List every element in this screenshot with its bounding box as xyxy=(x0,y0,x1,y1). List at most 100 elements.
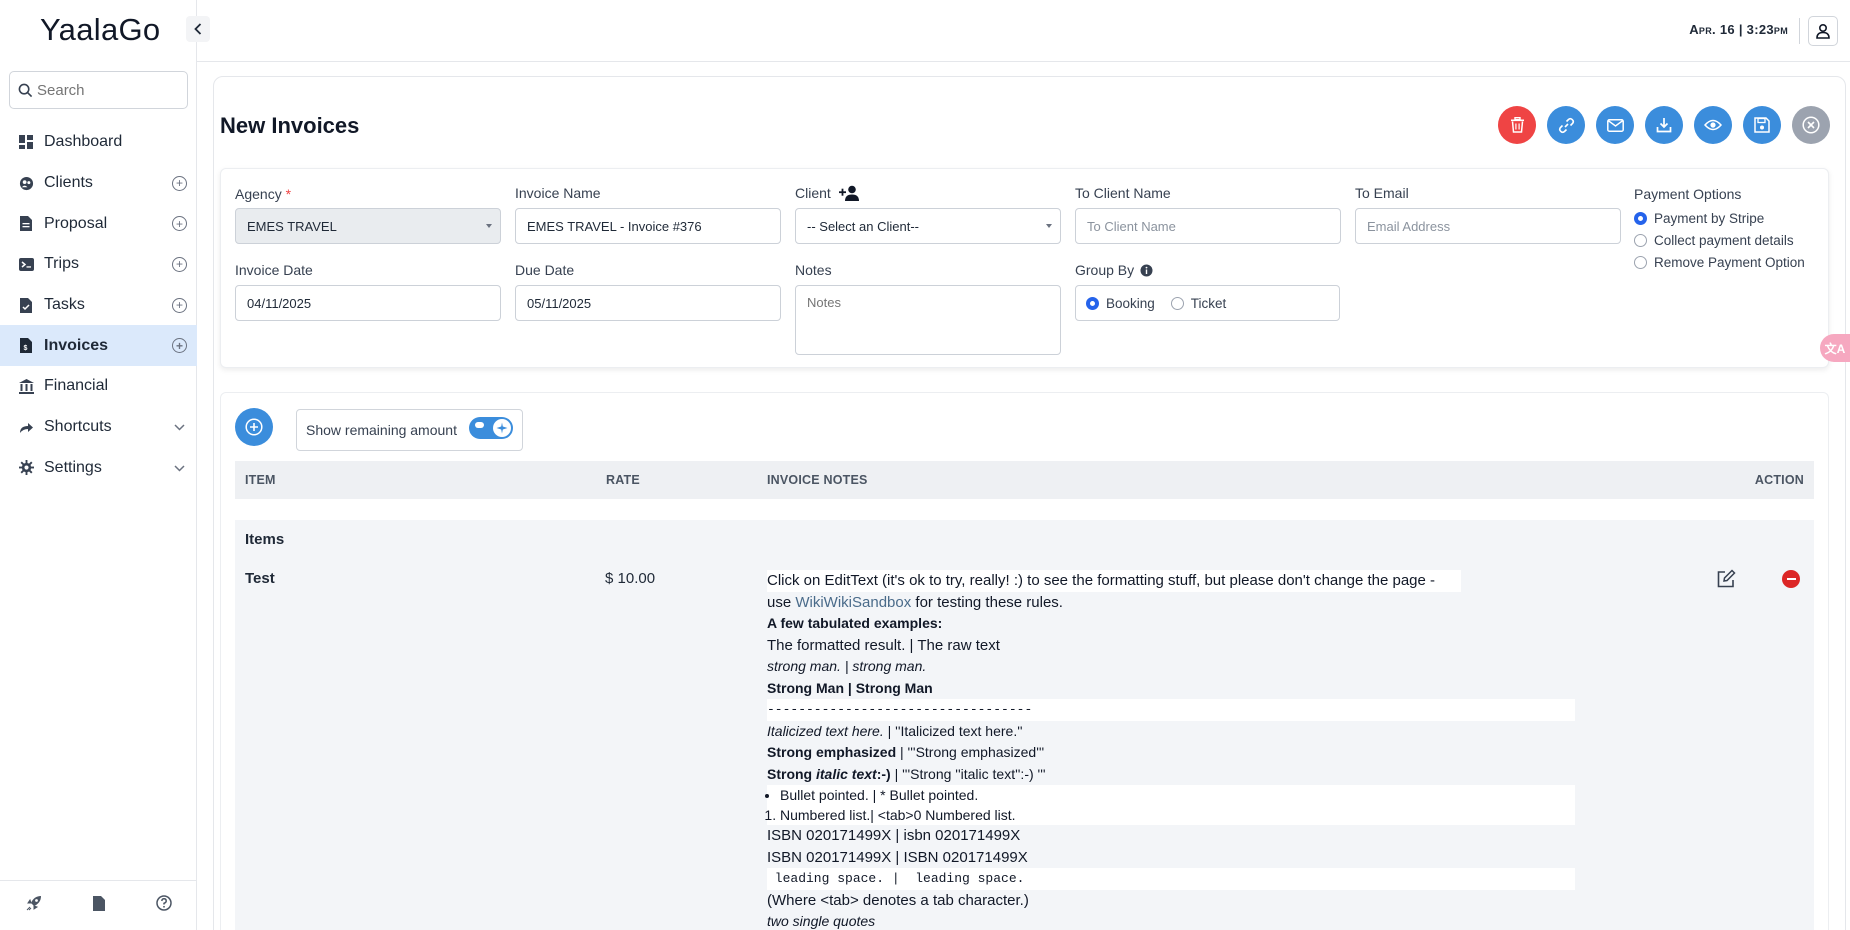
caret-down-icon xyxy=(486,224,492,228)
agency-value: EMES TRAVEL xyxy=(247,218,337,234)
help-icon[interactable] xyxy=(155,895,172,916)
notes-label: Notes xyxy=(795,262,832,278)
due-date-label: Due Date xyxy=(515,262,575,278)
add-trip-icon[interactable]: + xyxy=(172,256,187,272)
edit-item-button[interactable] xyxy=(1716,569,1736,589)
payment-option-stripe[interactable]: Payment by Stripe xyxy=(1634,211,1764,226)
bullet-item: Bullet pointed. | * Bullet pointed. xyxy=(780,785,1575,805)
chevron-down-icon[interactable] xyxy=(174,418,185,436)
add-item-button[interactable] xyxy=(235,408,273,446)
option-label: Payment by Stripe xyxy=(1654,211,1765,226)
sidebar-item-invoices[interactable]: $ Invoices + xyxy=(0,325,197,367)
to-client-name-input[interactable] xyxy=(1075,208,1341,244)
sidebar-nav: Dashboard Clients + Proposal + Trips + T… xyxy=(0,122,197,488)
radio-unchecked[interactable] xyxy=(1170,296,1184,310)
download-button[interactable] xyxy=(1645,106,1683,144)
add-client-icon[interactable] xyxy=(838,185,861,201)
page-title: New Invoices xyxy=(220,113,360,138)
toggle-knob xyxy=(493,419,511,437)
info-icon[interactable] xyxy=(1140,264,1153,277)
add-invoice-icon[interactable]: + xyxy=(172,338,187,354)
client-select[interactable]: -- Select an Client-- xyxy=(795,208,1061,244)
add-client-icon[interactable]: + xyxy=(172,175,187,191)
payment-option-remove[interactable]: Remove Payment Option xyxy=(1634,255,1805,270)
client-value: -- Select an Client-- xyxy=(807,218,919,234)
search-box[interactable] xyxy=(9,71,188,109)
invoice-actions xyxy=(1498,106,1830,144)
agency-select[interactable]: EMES TRAVEL xyxy=(235,208,501,244)
email-button[interactable] xyxy=(1596,106,1634,144)
header-divider xyxy=(1799,18,1800,44)
delete-button[interactable] xyxy=(1498,106,1536,144)
group-by-options: Booking Ticket xyxy=(1075,285,1340,321)
collapse-sidebar-button[interactable] xyxy=(186,16,210,42)
chevron-down-icon[interactable] xyxy=(174,459,185,477)
user-icon xyxy=(1816,23,1830,39)
payment-option-collect[interactable]: Collect payment details xyxy=(1634,233,1794,248)
rocket-icon[interactable] xyxy=(26,895,42,916)
sidebar-item-label: Trips xyxy=(44,255,79,273)
link-icon xyxy=(1558,117,1574,133)
notes-line: use WikiWikiSandbox for testing these ru… xyxy=(767,593,1063,611)
app-logo[interactable]: YaalaGo xyxy=(40,12,160,48)
save-button[interactable] xyxy=(1743,106,1781,144)
radio-unchecked[interactable] xyxy=(1634,234,1647,247)
preview-button[interactable] xyxy=(1694,106,1732,144)
user-menu-button[interactable] xyxy=(1808,16,1838,46)
radio-checked[interactable] xyxy=(1086,296,1099,310)
trips-icon xyxy=(18,256,34,272)
notes-line: Italicized text here. | ''Italicized tex… xyxy=(767,722,1023,739)
translate-widget[interactable]: 文A xyxy=(1820,334,1850,362)
document-icon[interactable] xyxy=(92,895,105,916)
sidebar-item-trips[interactable]: Trips + xyxy=(0,244,197,285)
dashboard-icon xyxy=(18,134,34,150)
remove-item-button[interactable] xyxy=(1782,570,1800,588)
gear-icon xyxy=(18,460,34,476)
invoice-date-input[interactable] xyxy=(235,285,501,321)
option-label: Booking xyxy=(1106,295,1155,311)
add-task-icon[interactable]: + xyxy=(172,297,187,313)
sidebar-item-label: Settings xyxy=(44,458,102,476)
save-icon xyxy=(1754,117,1770,133)
sidebar-item-label: Shortcuts xyxy=(44,418,112,436)
trash-icon xyxy=(1510,117,1524,133)
top-header: Apr. 16 | 3:23pm xyxy=(197,0,1850,62)
radio-unchecked[interactable] xyxy=(1634,256,1647,269)
group-by-ticket[interactable]: Ticket xyxy=(1170,295,1227,311)
sandbox-link[interactable]: WikiWikiSandbox xyxy=(795,594,911,611)
sidebar-item-financial[interactable]: Financial xyxy=(0,366,197,407)
due-date-input[interactable] xyxy=(515,285,781,321)
close-button[interactable] xyxy=(1792,106,1830,144)
sidebar-item-label: Invoices xyxy=(44,336,109,354)
invoice-name-input[interactable] xyxy=(515,208,781,244)
to-email-label: To Email xyxy=(1355,185,1409,201)
sidebar-item-label: Financial xyxy=(44,377,109,395)
sidebar-item-dashboard[interactable]: Dashboard xyxy=(0,122,197,163)
notes-line: Strong Man | Strong Man xyxy=(767,679,933,696)
option-label: Ticket xyxy=(1190,295,1227,311)
option-label: Remove Payment Option xyxy=(1654,255,1805,270)
invoice-name-label: Invoice Name xyxy=(515,185,601,201)
search-input[interactable] xyxy=(37,81,177,99)
notes-line: A few tabulated examples: xyxy=(767,615,943,631)
column-invoice-notes: INVOICE NOTES xyxy=(767,473,868,487)
radio-checked[interactable] xyxy=(1634,212,1647,225)
notes-line: (Where <tab> denotes a tab character.) xyxy=(767,891,1029,909)
group-by-booking[interactable]: Booking xyxy=(1086,296,1155,311)
notes-textarea[interactable] xyxy=(795,285,1061,355)
sidebar-item-clients[interactable]: Clients + xyxy=(0,163,197,204)
show-remaining-toggle[interactable] xyxy=(469,417,513,439)
sidebar-item-tasks[interactable]: Tasks + xyxy=(0,285,197,326)
copy-link-button[interactable] xyxy=(1547,106,1585,144)
add-proposal-icon[interactable]: + xyxy=(172,216,187,232)
notes-line: Strong emphasized | '''Strong emphasized… xyxy=(767,744,1045,760)
to-email-input[interactable] xyxy=(1355,208,1621,244)
close-icon xyxy=(1802,116,1820,134)
sidebar-item-shortcuts[interactable]: Shortcuts xyxy=(0,407,197,448)
sidebar-item-settings[interactable]: Settings xyxy=(0,448,197,489)
notes-line: ---------------------------------- xyxy=(767,699,1575,721)
sidebar-item-proposal[interactable]: Proposal + xyxy=(0,203,197,244)
notes-line: Strong italic text:-) | '''Strong ''ital… xyxy=(767,765,1046,782)
invoices-icon: $ xyxy=(18,338,34,354)
notes-line: two single quotes xyxy=(767,913,876,929)
